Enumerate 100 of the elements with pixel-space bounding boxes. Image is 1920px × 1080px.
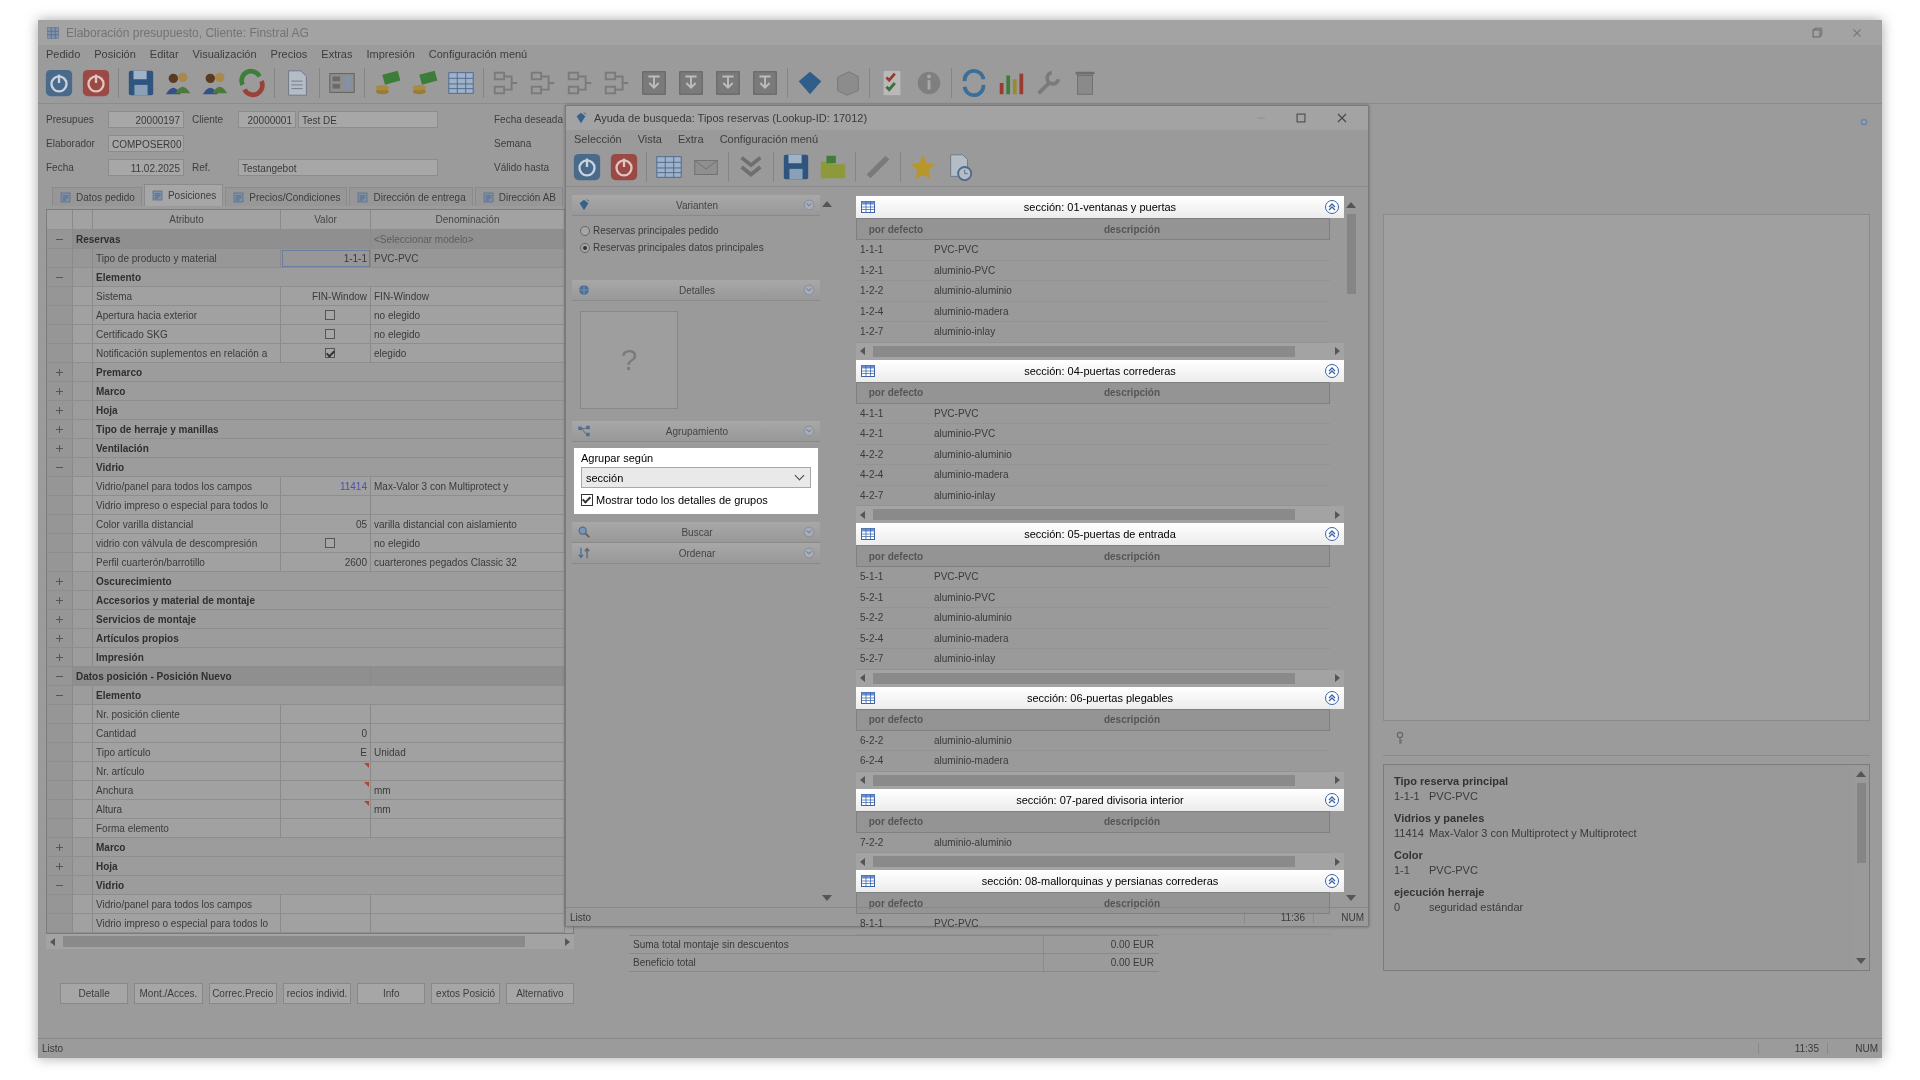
dropdown-value: sección bbox=[586, 471, 624, 484]
group-label: Servicios de montaje bbox=[96, 613, 197, 625]
code-text: 4-2-4 bbox=[859, 469, 885, 481]
denomination-text: varilla distancial con aislamiento bbox=[374, 518, 517, 530]
code-text: 4-2-1 bbox=[859, 428, 885, 440]
summary-value: 0.00 EUR bbox=[1109, 939, 1154, 950]
description-text: aluminio-PVC bbox=[934, 264, 997, 276]
info-code: 0 bbox=[1394, 901, 1402, 913]
denomination-text: mm bbox=[374, 784, 391, 796]
info-code: 1-1-1 bbox=[1394, 790, 1421, 802]
info-code: 11414 bbox=[1394, 827, 1425, 839]
field-label: Válido hasta bbox=[494, 162, 551, 173]
radio-label: Reservas principales pedido bbox=[593, 225, 719, 236]
info-title: Color bbox=[1394, 849, 1424, 861]
code-text: 7-2-2 bbox=[859, 836, 885, 848]
group-label: Oscurecimiento bbox=[96, 575, 172, 587]
radio-label: Reservas principales datos principales bbox=[593, 242, 764, 253]
description-text: aluminio-madera bbox=[934, 305, 1010, 317]
code-text: 6-2-4 bbox=[859, 755, 885, 767]
panel-title: Ordenar bbox=[677, 547, 717, 559]
attribute-label: Anchura bbox=[96, 784, 134, 796]
group-label: Marco bbox=[96, 385, 126, 397]
attribute-label: Cantidad bbox=[96, 727, 137, 739]
description-text: aluminio-inlay bbox=[934, 653, 997, 665]
info-text: seguridad estándar bbox=[1429, 901, 1524, 913]
value-text: 1-1-1 bbox=[343, 252, 367, 264]
group-label: Ventilación bbox=[96, 442, 149, 454]
description-text: aluminio-aluminio bbox=[934, 836, 1013, 848]
field-label: Elaborador bbox=[46, 138, 96, 149]
group-title: sección: 08-mallorquinas y persianas correderas bbox=[980, 875, 1220, 887]
description-text: PVC-PVC bbox=[934, 571, 980, 583]
attribute-label: Vidrio/panel para todos los campos bbox=[96, 480, 253, 492]
group-title: sección: 06-puertas plegables bbox=[1025, 691, 1175, 704]
description-text: PVC-PVC bbox=[934, 407, 980, 419]
code-text: 4-1-1 bbox=[859, 407, 885, 419]
description-text: aluminio-aluminio bbox=[934, 612, 1013, 624]
group-label: Premarco bbox=[96, 366, 143, 378]
denomination-text: no elegido bbox=[374, 328, 421, 340]
description-text: aluminio-aluminio bbox=[934, 448, 1013, 460]
attribute-label: Nr. artículo bbox=[96, 765, 145, 777]
summary-label: Beneficio total bbox=[629, 954, 1044, 971]
description-text: aluminio-inlay bbox=[934, 326, 997, 338]
group-label: Vidrio bbox=[96, 461, 125, 473]
denomination-text: no elegido bbox=[374, 537, 421, 549]
info-text: Max-Valor 3 con Multiprotect y Multiprotect bbox=[1429, 827, 1637, 839]
attribute-label: Nr. posición cliente bbox=[96, 708, 180, 720]
field-label: Semana bbox=[494, 138, 533, 149]
field-label: Cliente bbox=[192, 114, 225, 125]
panel-title: Detalles bbox=[677, 284, 717, 296]
description-text: aluminio-PVC bbox=[934, 591, 997, 603]
value-text: 0 bbox=[361, 727, 367, 739]
status-time: 11:35 bbox=[1758, 1043, 1827, 1054]
field-label: Fecha deseada bbox=[494, 114, 564, 125]
checkbox-label: Mostrar todo los detalles de grupos bbox=[596, 493, 768, 506]
attribute-label: Perfil cuarterón/barrotillo bbox=[96, 556, 205, 568]
code-text: 4-2-2 bbox=[859, 448, 885, 460]
group-label: Accesorios y material de montaje bbox=[96, 594, 255, 606]
attribute-label: Vidrio impreso o especial para todos lo bbox=[96, 499, 269, 511]
group-title: sección: 05-puertas de entrada bbox=[1023, 528, 1177, 540]
info-title: ejecución herraje bbox=[1394, 886, 1486, 898]
field-label: Presupues bbox=[46, 114, 95, 125]
attribute-label: Altura bbox=[96, 803, 123, 815]
attribute-label: Apertura hacia exterior bbox=[96, 309, 198, 321]
code-text: 5-2-1 bbox=[859, 591, 885, 603]
group-label: Marco bbox=[96, 841, 126, 853]
status-mode: NUM bbox=[1313, 911, 1364, 923]
info-title: Vidrios y paneles bbox=[1394, 812, 1486, 824]
section-label: Datos posición - Posición Nuevo bbox=[76, 670, 232, 682]
denomination-text: elegido bbox=[374, 347, 407, 359]
status-text: Listo bbox=[42, 1043, 65, 1054]
group-label: Elemento bbox=[96, 689, 141, 701]
denomination-text: FIN-Window bbox=[374, 290, 429, 302]
group-label: Artículos propios bbox=[96, 632, 179, 644]
group-label: Hoja bbox=[96, 860, 118, 872]
code-text: 1-2-7 bbox=[859, 326, 885, 338]
status-mode: NUM bbox=[1827, 1043, 1878, 1054]
description-text: aluminio-PVC bbox=[934, 428, 997, 440]
value-text: 05 bbox=[355, 518, 367, 530]
group-title: sección: 04-puertas correderas bbox=[1023, 364, 1177, 377]
section-label: Reservas bbox=[76, 233, 121, 245]
attribute-label: Color varilla distancial bbox=[96, 518, 194, 530]
attribute-label: Certificado SKG bbox=[96, 328, 168, 340]
question-mark: ? bbox=[620, 343, 638, 377]
attribute-label: Forma elemento bbox=[96, 822, 169, 834]
info-text: PVC-PVC bbox=[1429, 790, 1478, 802]
group-label: Elemento bbox=[96, 271, 141, 283]
code-text: 5-1-1 bbox=[859, 571, 885, 583]
denomination-text: Unidad bbox=[374, 746, 406, 758]
attribute-label: Sistema bbox=[96, 290, 133, 302]
description-text: aluminio-inlay bbox=[934, 489, 997, 501]
description-text: aluminio-aluminio bbox=[934, 734, 1013, 746]
code-text: 5-2-4 bbox=[859, 632, 885, 644]
field-label: Ref. bbox=[192, 162, 212, 173]
info-title: Tipo reserva principal bbox=[1394, 775, 1510, 787]
field-label: Agrupar según bbox=[581, 452, 655, 464]
summary-value: 0.00 EUR bbox=[1109, 957, 1154, 968]
panel-title: Buscar bbox=[680, 526, 714, 538]
denomination-text: no elegido bbox=[374, 309, 421, 321]
code-text: 1-2-1 bbox=[859, 264, 885, 276]
attribute-label: Tipo de producto y material bbox=[96, 252, 217, 264]
